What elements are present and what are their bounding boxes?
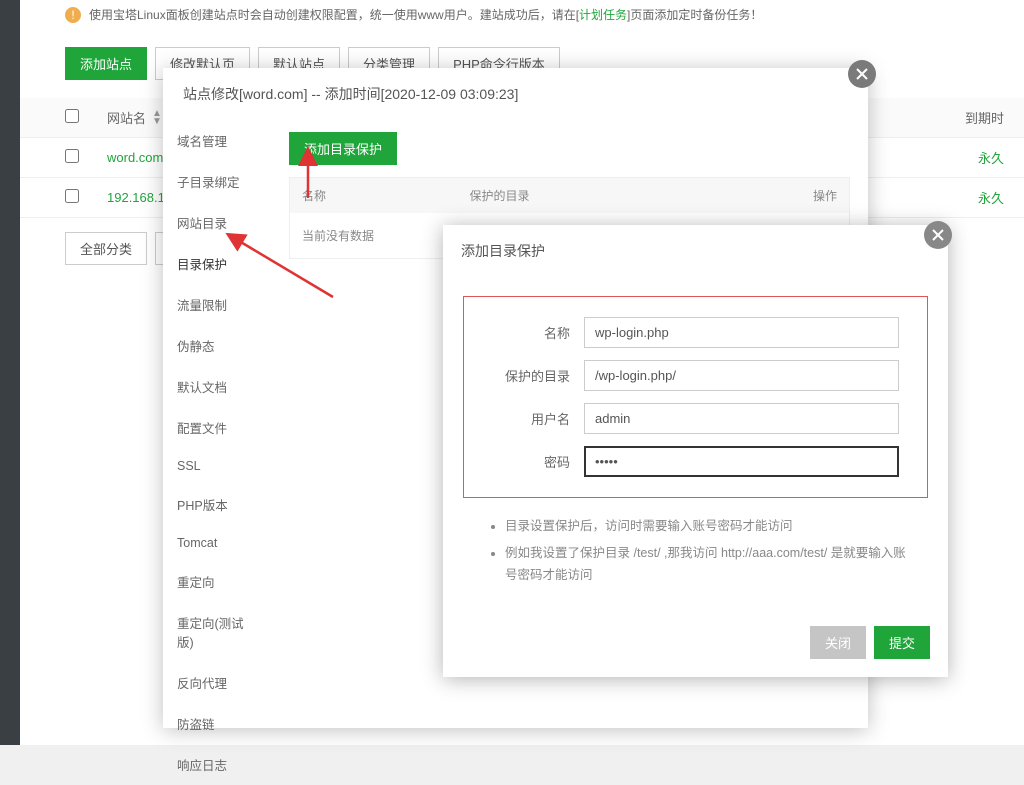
add-dir-protect-modal: 添加目录保护 名称 保护的目录 用户名 密码 目录设置保护后，访问时需要输入账号…	[443, 225, 948, 677]
col-name: 名称	[290, 178, 458, 214]
add-dir-protect-button[interactable]: 添加目录保护	[289, 132, 397, 165]
side-tab[interactable]: 子目录绑定	[163, 161, 271, 202]
side-tab[interactable]: Tomcat	[163, 525, 271, 561]
close-icon[interactable]	[848, 60, 876, 88]
col-dir: 保护的目录	[458, 178, 790, 214]
col-op: 操作	[790, 178, 850, 214]
form-highlight-box: 名称 保护的目录 用户名 密码	[463, 296, 928, 498]
side-tab[interactable]: 域名管理	[163, 120, 271, 161]
side-tab[interactable]: 配置文件	[163, 407, 271, 448]
user-label: 用户名	[464, 409, 584, 428]
side-tab[interactable]: 目录保护	[163, 243, 271, 284]
side-tab[interactable]: 响应日志	[163, 744, 271, 785]
pass-label: 密码	[464, 452, 584, 471]
side-tab[interactable]: 默认文档	[163, 366, 271, 407]
modal-title: 站点修改[word.com] -- 添加时间[2020-12-09 03:09:…	[163, 68, 868, 120]
tips-list: 目录设置保护后，访问时需要输入账号密码才能访问 例如我设置了保护目录 /test…	[463, 498, 928, 602]
user-input[interactable]	[584, 403, 899, 434]
modal-footer: 关闭 提交	[443, 612, 948, 677]
side-tab[interactable]: PHP版本	[163, 484, 271, 525]
side-tab[interactable]: 反向代理	[163, 662, 271, 703]
tip-item: 目录设置保护后，访问时需要输入账号密码才能访问	[505, 516, 906, 537]
side-tab[interactable]: SSL	[163, 448, 271, 484]
close-icon[interactable]	[924, 221, 952, 249]
dir-input[interactable]	[584, 360, 899, 391]
close-button[interactable]: 关闭	[810, 626, 866, 659]
side-tab[interactable]: 伪静态	[163, 325, 271, 366]
side-tab[interactable]: 重定向(测试版)	[163, 602, 271, 662]
side-tab[interactable]: 重定向	[163, 561, 271, 602]
side-tabs: 域名管理子目录绑定网站目录目录保护流量限制伪静态默认文档配置文件SSLPHP版本…	[163, 120, 271, 730]
submit-button[interactable]: 提交	[874, 626, 930, 659]
side-tab[interactable]: 防盗链	[163, 703, 271, 744]
dir-label: 保护的目录	[464, 366, 584, 385]
modal-title: 添加目录保护	[443, 225, 948, 278]
name-input[interactable]	[584, 317, 899, 348]
side-tab[interactable]: 流量限制	[163, 284, 271, 325]
pass-input[interactable]	[584, 446, 899, 477]
tip-item: 例如我设置了保护目录 /test/ ,那我访问 http://aaa.com/t…	[505, 543, 906, 586]
name-label: 名称	[464, 323, 584, 342]
side-tab[interactable]: 网站目录	[163, 202, 271, 243]
